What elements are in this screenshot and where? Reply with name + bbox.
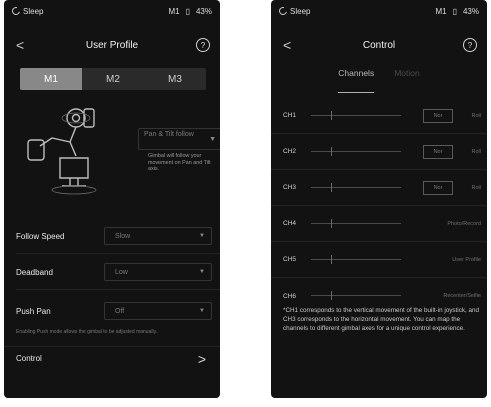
channel-slider[interactable]: [311, 151, 401, 152]
channel-label: CH4: [283, 220, 297, 227]
follow-mode-select[interactable]: Pan & Tilt follow ▼: [138, 128, 220, 150]
channel-slider[interactable]: [311, 187, 401, 188]
chevron-down-icon: ▼: [199, 308, 205, 314]
channel-label: CH3: [283, 184, 297, 191]
status-battery: 43%: [195, 6, 212, 16]
status-bar: Sleep M1 ▯ 43%: [4, 0, 220, 22]
slider-handle[interactable]: [330, 111, 334, 120]
channel-function[interactable]: Photo/Record: [447, 221, 481, 227]
push-pan-label: Push Pan: [16, 306, 51, 316]
channel-function[interactable]: User Profile: [452, 257, 481, 263]
navbar: < Control ?: [271, 30, 487, 60]
moon-icon: [10, 5, 22, 17]
channel-row: CH3 Nor Roll: [271, 170, 487, 206]
deadband-select[interactable]: Low ▼: [104, 263, 212, 281]
follow-speed-value: Slow: [115, 232, 131, 240]
chevron-down-icon: ▼: [199, 233, 205, 239]
control-label: Control: [16, 354, 42, 363]
deadband-value: Low: [115, 268, 128, 276]
channel-label: CH6: [283, 292, 297, 300]
slider-handle[interactable]: [330, 291, 334, 300]
status-app-label: Sleep: [23, 6, 44, 16]
push-pan-select[interactable]: Off ▼: [104, 302, 212, 320]
profile-segmented-control: M1 M2 M3: [20, 68, 206, 90]
channels-footnote: *CH1 corresponds to the vertical movemen…: [283, 307, 479, 332]
channel-function[interactable]: Roll: [472, 113, 481, 119]
chevron-down-icon: ▼: [209, 136, 216, 143]
direction-toggle[interactable]: Nor: [423, 144, 453, 159]
divider: [16, 253, 220, 254]
back-button[interactable]: <: [283, 37, 291, 53]
channel-row: CH2 Nor Roll: [271, 134, 487, 170]
help-icon[interactable]: ?: [196, 38, 210, 52]
slider-handle[interactable]: [330, 147, 334, 156]
channel-label: CH2: [283, 148, 297, 155]
gimbal-illustration: [27, 108, 97, 195]
channel-function[interactable]: Recenter/Selfie: [443, 293, 481, 299]
follow-speed-row: Follow Speed Slow ▼: [4, 226, 220, 254]
slider-handle[interactable]: [330, 219, 334, 228]
channel-slider[interactable]: [311, 295, 401, 296]
channel-label: CH1: [283, 112, 297, 119]
push-pan-row: Push Pan Off ▼: [4, 301, 220, 321]
tab-motion[interactable]: Motion: [394, 68, 420, 88]
segment-m2[interactable]: M2: [82, 68, 144, 90]
divider: [16, 289, 220, 290]
status-battery: 43%: [462, 6, 479, 16]
status-app: Sleep: [10, 5, 44, 17]
battery-icon: ▯: [185, 6, 190, 16]
push-pan-note: Enabling Push mode allows the gimbal to …: [16, 329, 158, 335]
direction-toggle[interactable]: Nor: [423, 180, 453, 195]
deadband-label: Deadband: [16, 267, 53, 277]
direction-toggle[interactable]: Nor: [423, 108, 453, 123]
channel-function[interactable]: Roll: [472, 149, 481, 155]
moon-icon: [277, 5, 289, 17]
back-button[interactable]: <: [16, 37, 24, 53]
user-profile-screen: Sleep M1 ▯ 43% < User Profile ? M1 M2 M3: [4, 0, 220, 398]
status-mode: M1: [168, 6, 180, 16]
channel-slider[interactable]: [311, 223, 401, 224]
control-tabs: Channels Motion: [271, 68, 487, 93]
follow-speed-label: Follow Speed: [16, 231, 65, 241]
slider-handle[interactable]: [330, 183, 334, 192]
segment-m1[interactable]: M1: [20, 68, 82, 90]
deadband-row: Deadband Low ▼: [4, 262, 220, 290]
battery-icon: ▯: [452, 6, 457, 16]
help-icon[interactable]: ?: [463, 38, 477, 52]
status-app: Sleep: [277, 5, 311, 17]
status-mode: M1: [435, 6, 447, 16]
channel-slider[interactable]: [311, 259, 401, 260]
control-row[interactable]: Control >: [4, 346, 220, 370]
page-title: Control: [362, 39, 396, 51]
follow-speed-select[interactable]: Slow ▼: [104, 227, 212, 245]
slider-handle[interactable]: [330, 255, 334, 264]
follow-mode-note: Gimbal will follow your movement on Pan …: [148, 153, 211, 172]
channel-function[interactable]: Roll: [472, 185, 481, 191]
channel-label: CH5: [283, 256, 297, 263]
channel-row: CH4 Photo/Record: [271, 206, 487, 242]
chevron-down-icon: ▼: [199, 269, 205, 275]
push-pan-value: Off: [115, 307, 125, 315]
segment-m3[interactable]: M3: [144, 68, 206, 90]
follow-mode-value: Pan & Tilt follow: [144, 131, 194, 138]
channel-row: CH1 Nor Roll: [271, 98, 487, 134]
status-bar: Sleep M1 ▯ 43%: [271, 0, 487, 22]
channel-slider[interactable]: [311, 115, 401, 116]
channel-row: CH5 User Profile: [271, 242, 487, 278]
chevron-right-icon: >: [197, 350, 206, 367]
status-app-label: Sleep: [290, 6, 311, 16]
page-title: User Profile: [85, 39, 139, 51]
control-screen: Sleep M1 ▯ 43% < Control ? Channels Moti…: [271, 0, 487, 398]
tab-channels[interactable]: Channels: [338, 68, 374, 93]
navbar: < User Profile ?: [4, 30, 220, 60]
